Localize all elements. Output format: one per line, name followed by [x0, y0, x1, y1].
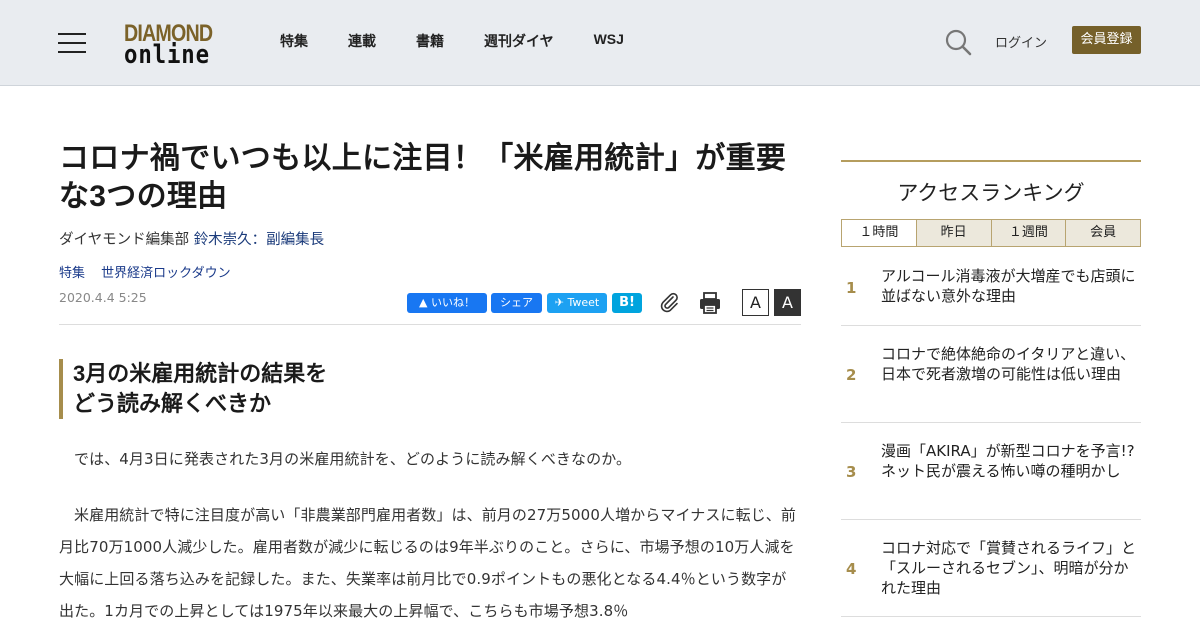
- tab-1week[interactable]: １週間: [990, 220, 1066, 246]
- nav-item-tokushu[interactable]: 特集: [280, 31, 308, 51]
- menu-icon[interactable]: [58, 31, 86, 53]
- section-heading: 3月の米雇用統計の結果を どう読み解くべきか: [59, 359, 379, 419]
- rank-title: アルコール消毒液が大増産でも店頭に並ばない意外な理由: [881, 267, 1136, 305]
- rank-title: コロナで絶体絶命のイタリアと違い、日本で死者激増の可能性は低い理由: [881, 345, 1136, 383]
- facebook-like-button[interactable]: ▲ いいね！: [407, 293, 487, 313]
- twitter-bird-icon: ✈: [554, 296, 564, 309]
- tweet-label: Tweet: [567, 296, 600, 309]
- rank-number: 3: [846, 463, 857, 481]
- ranking-item[interactable]: 3 漫画「AKIRA」が新型コロナを予言!?ネット民が震える怖い噂の種明かし: [841, 423, 1141, 520]
- article-paragraph: 米雇用統計で特に注目度が高い「非農業部門雇用者数」は、前月の27万5000人増か…: [59, 506, 796, 620]
- rank-title: 漫画「AKIRA」が新型コロナを予言!?ネット民が震える怖い噂の種明かし: [881, 442, 1135, 480]
- nav-item-wsj[interactable]: WSJ: [594, 31, 624, 51]
- rank-number: 2: [846, 366, 857, 384]
- divider: [841, 160, 1141, 162]
- logo-bottom-text: online: [124, 40, 210, 70]
- print-icon[interactable]: [698, 291, 722, 315]
- divider: [59, 324, 801, 325]
- hatena-bookmark-button[interactable]: B!: [612, 293, 642, 313]
- rank-number: 4: [846, 560, 857, 578]
- ranking-item[interactable]: 2 コロナで絶体絶命のイタリアと違い、日本で死者激増の可能性は低い理由: [841, 326, 1141, 423]
- nav-item-rensai[interactable]: 連載: [348, 31, 376, 51]
- tab-members[interactable]: 会員: [1065, 220, 1140, 246]
- ranking-tabs: １時間 昨日 １週間 会員: [841, 219, 1141, 247]
- ranking-title: アクセスランキング: [897, 181, 1085, 205]
- register-button[interactable]: 会員登録: [1072, 26, 1141, 54]
- facebook-share-button[interactable]: シェア: [491, 293, 542, 313]
- ranking-item[interactable]: 1 アルコール消毒液が大増産でも店頭に並ばない意外な理由: [841, 256, 1141, 326]
- tag-link[interactable]: 特集: [59, 266, 85, 281]
- nav-item-shoseki[interactable]: 書籍: [416, 31, 444, 51]
- tab-1hour[interactable]: １時間: [842, 220, 916, 246]
- rank-number: 1: [846, 279, 857, 297]
- rank-title: コロナ対応で「賞賛されるライフ」と「スルーされるセブン」、明暗が分かれた理由: [881, 539, 1137, 597]
- tag-link[interactable]: 世界経済ロックダウン: [101, 266, 230, 281]
- font-size-normal-button[interactable]: A: [742, 289, 769, 316]
- author-link[interactable]: 鈴木崇久：副編集長: [194, 232, 325, 248]
- ranking-item[interactable]: 4 コロナ対応で「賞賛されるライフ」と「スルーされるセブン」、明暗が分かれた理由: [841, 520, 1141, 617]
- tweet-button[interactable]: ✈ Tweet: [547, 293, 607, 313]
- article-paragraph: では、4月3日に発表された3月の米雇用統計を、どのように読み解くべきなのか。: [74, 450, 632, 468]
- thumbs-up-icon: ▲: [419, 296, 428, 309]
- section-heading-line1: 3月の米雇用統計の結果を: [73, 361, 328, 386]
- publish-date: 2020.4.4 5:25: [59, 290, 147, 305]
- search-icon[interactable]: [944, 28, 972, 56]
- byline: ダイヤモンド編集部 鈴木崇久：副編集長: [59, 228, 324, 249]
- like-label: いいね！: [430, 296, 475, 309]
- site-header: DIAMOND online 特集 連載 書籍 週刊ダイヤ WSJ ログイン 会…: [0, 0, 1200, 86]
- main-nav: 特集 連載 書籍 週刊ダイヤ WSJ: [280, 31, 664, 51]
- section-heading-line2: どう読み解くべきか: [73, 391, 272, 416]
- site-logo[interactable]: DIAMOND online: [124, 20, 228, 70]
- tag-list: 特集 世界経済ロックダウン: [59, 262, 243, 281]
- nav-item-weekly[interactable]: 週刊ダイヤ: [484, 31, 554, 51]
- byline-prefix: ダイヤモンド編集部: [59, 232, 194, 248]
- article-title: コロナ禍でいつも以上に注目！「米雇用統計」が重要な3つの理由: [59, 142, 787, 213]
- login-link[interactable]: ログイン: [995, 32, 1047, 51]
- tab-yesterday[interactable]: 昨日: [915, 220, 991, 246]
- font-size-large-button[interactable]: A: [774, 289, 801, 316]
- clip-icon[interactable]: [658, 291, 680, 313]
